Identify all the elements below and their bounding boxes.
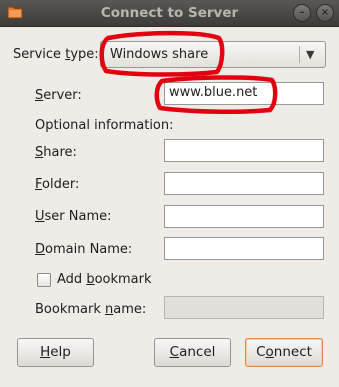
optional-information-heading: Optional information: (35, 118, 174, 133)
close-button[interactable]: × (316, 4, 334, 22)
bookmark-name-label: Bookmark name: (35, 302, 147, 317)
share-input[interactable] (164, 139, 324, 162)
bookmark-name-input[interactable] (164, 296, 324, 319)
add-bookmark-checkbox[interactable] (37, 273, 51, 287)
user-name-input[interactable] (164, 205, 324, 228)
service-type-label: Service type: (13, 47, 99, 62)
add-bookmark-label[interactable]: Add bookmark (57, 272, 152, 287)
cancel-button[interactable]: Cancel (154, 338, 231, 367)
chevron-down-icon: ▼ (306, 48, 315, 61)
domain-name-label: Domain Name: (35, 242, 133, 257)
title-bar[interactable]: Connect to Server – × (0, 0, 339, 27)
folder-input[interactable] (164, 172, 324, 195)
combo-separator (299, 46, 300, 63)
minimize-icon: – (299, 7, 305, 18)
connect-button[interactable]: Connect (245, 338, 323, 367)
share-label: Share: (35, 145, 77, 160)
window-title: Connect to Server (100, 5, 239, 21)
minimize-button[interactable]: – (293, 4, 311, 22)
service-type-select[interactable]: Windows share ▼ (100, 41, 326, 68)
server-label: Server: (35, 88, 82, 103)
server-input[interactable]: www.blue.net (164, 82, 324, 105)
domain-name-input[interactable] (164, 237, 324, 260)
close-icon: × (320, 7, 330, 18)
user-name-label: User Name: (35, 209, 112, 224)
folder-label: Folder: (35, 177, 80, 192)
help-button[interactable]: Help (17, 338, 94, 367)
service-type-value: Windows share (110, 47, 209, 62)
